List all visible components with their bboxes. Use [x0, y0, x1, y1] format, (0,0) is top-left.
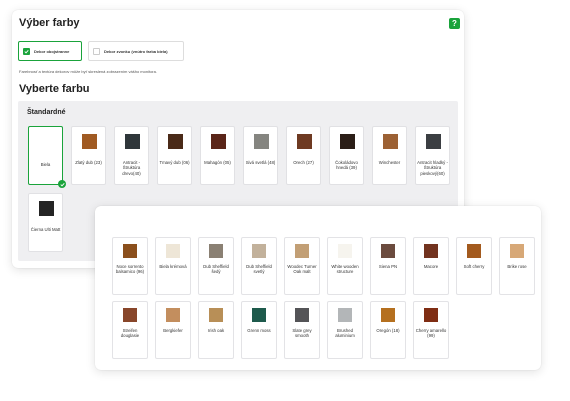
- color-swatch: [82, 134, 97, 149]
- color-swatch: [295, 244, 309, 258]
- color-swatch-tile[interactable]: Bergkiefer: [155, 301, 191, 359]
- color-label: Orech (27): [293, 160, 314, 165]
- color-label: Čokoládovo hnedá (39): [335, 160, 358, 171]
- color-label: Slate grey smooth: [292, 328, 312, 339]
- color-label: White wooden structure: [331, 264, 359, 275]
- color-swatch: [252, 308, 266, 322]
- help-icon[interactable]: ?: [449, 18, 460, 29]
- color-label: Siena PN: [378, 264, 398, 269]
- color-swatch: [209, 244, 223, 258]
- color-swatch-tile[interactable]: Macore: [413, 237, 449, 295]
- color-swatch-tile[interactable]: Antracit hladký - Štruktúra pieskový(60): [415, 126, 450, 185]
- color-label: Bergkiefer: [163, 328, 183, 333]
- color-swatch-tile[interactable]: Noce sorrento balsamico (96): [112, 237, 148, 295]
- color-swatch-tile[interactable]: Brike rose: [499, 237, 535, 295]
- color-swatch: [424, 244, 438, 258]
- color-label: Grenn moss: [247, 328, 271, 333]
- color-swatch: [510, 244, 524, 258]
- color-swatch-tile[interactable]: Biela: [28, 126, 66, 188]
- color-label: Tmavý dub (06): [159, 160, 190, 165]
- color-label: Irish oak: [207, 328, 225, 333]
- color-swatch: [295, 308, 309, 322]
- page-title: Výber farby: [19, 17, 80, 29]
- color-swatch-tile[interactable]: Brushed aluminium: [327, 301, 363, 359]
- color-swatch-tile[interactable]: White wooden structure: [327, 237, 363, 295]
- section-title: Vyberte farbu: [19, 83, 90, 95]
- color-swatch-tile[interactable]: Dub Sheffield svetlý: [241, 237, 277, 295]
- color-swatch-tile[interactable]: Cherry amarello (99): [413, 301, 449, 359]
- color-swatch-tile[interactable]: Woodec Turner Oak malt: [284, 237, 320, 295]
- monitor-disclaimer: Farebnosť a textúra dekorov môže byť skr…: [19, 69, 157, 74]
- color-swatch: [424, 308, 438, 322]
- color-swatch: [123, 244, 137, 258]
- color-label: Dub Sheffield šedý: [203, 264, 229, 275]
- color-label: Zlatý dub (23): [75, 160, 102, 165]
- color-swatch-tile[interactable]: Irish oak: [198, 301, 234, 359]
- color-swatch-tile[interactable]: Soft cherry: [456, 237, 492, 295]
- color-label: Brushed aluminium: [335, 328, 355, 339]
- color-label: Streifen douglasie: [120, 328, 140, 339]
- color-swatch-tile[interactable]: Orech (27): [286, 126, 321, 185]
- color-swatch: [467, 244, 481, 258]
- color-swatch-tile[interactable]: Winchester: [372, 126, 407, 185]
- color-label: Antracit - Štruktúra drevo(40): [122, 160, 141, 176]
- color-swatch-tile[interactable]: Čokoládovo hnedá (39): [329, 126, 364, 185]
- color-label: Oregón (18): [376, 328, 400, 333]
- color-swatch: [338, 244, 352, 258]
- color-swatch: [166, 308, 180, 322]
- color-swatch-tile[interactable]: Mahagón (05): [200, 126, 235, 185]
- color-swatch-tile[interactable]: Streifen douglasie: [112, 301, 148, 359]
- color-swatch: [39, 201, 54, 216]
- color-label: Mahagón (05): [204, 160, 231, 165]
- selected-check-icon: [58, 180, 66, 188]
- option-outside-only[interactable]: Dekor zvonku (vnútro farba biela): [88, 41, 184, 61]
- color-label: Brike rose: [507, 264, 527, 269]
- color-swatch-tile[interactable]: Sivá svetlá (48): [243, 126, 278, 185]
- color-swatch-tile[interactable]: Antracit - Štruktúra drevo(40): [114, 126, 149, 185]
- group-title: Štandardné: [27, 109, 66, 116]
- color-swatch: [123, 308, 137, 322]
- color-label: Woodec Turner Oak malt: [287, 264, 317, 275]
- color-label: Winchester: [378, 160, 401, 165]
- color-label: Soft cherry: [463, 264, 485, 269]
- color-swatch-tile[interactable]: Oregón (18): [370, 301, 406, 359]
- color-swatch: [211, 134, 226, 149]
- color-label: Sivá svetlá (48): [245, 160, 276, 165]
- color-label: Čierna Ulti Matt: [30, 227, 61, 232]
- color-swatch-tile[interactable]: Tmavý dub (06): [157, 126, 192, 185]
- color-label: Biela: [40, 162, 51, 167]
- color-swatch-tile[interactable]: Slate grey smooth: [284, 301, 320, 359]
- color-swatch: [297, 134, 312, 149]
- extended-colors-card: Noce sorrento balsamico (96) Biela krémov…: [95, 206, 541, 370]
- color-swatch-tile[interactable]: Čierna Ulti Matt: [28, 193, 63, 252]
- color-swatch-tile[interactable]: Dub Sheffield šedý: [198, 237, 234, 295]
- color-swatch: [381, 308, 395, 322]
- checkbox-empty-icon: [93, 47, 100, 55]
- color-label: Noce sorrento balsamico (96): [115, 264, 145, 275]
- color-swatch-tile[interactable]: Zlatý dub (23): [71, 126, 106, 185]
- color-swatch: [340, 134, 355, 149]
- option-label: Dekor obojstranne: [34, 48, 70, 54]
- option-label: Dekor zvonku (vnútro farba biela): [104, 48, 168, 54]
- color-swatch-tile[interactable]: Grenn moss: [241, 301, 277, 359]
- color-swatch-tile[interactable]: Siena PN: [370, 237, 406, 295]
- checkbox-checked-icon: [23, 47, 30, 55]
- color-label: Dub Sheffield svetlý: [246, 264, 272, 275]
- color-swatch: [381, 244, 395, 258]
- option-both-sides[interactable]: Dekor obojstranne: [18, 41, 82, 61]
- color-swatch: [209, 308, 223, 322]
- color-swatch: [426, 134, 441, 149]
- color-label: Antracit hladký - Štruktúra pieskový(60): [417, 160, 448, 176]
- color-swatch: [166, 244, 180, 258]
- color-swatch: [383, 134, 398, 149]
- color-swatch: [254, 134, 269, 149]
- color-label: Cherry amarello (99): [415, 328, 447, 339]
- color-label: Macore: [423, 264, 439, 269]
- color-swatch: [252, 244, 266, 258]
- color-swatch: [338, 308, 352, 322]
- color-swatch: [168, 134, 183, 149]
- color-label: Biela krémová: [159, 264, 187, 269]
- color-swatch: [125, 134, 140, 149]
- color-swatch-tile[interactable]: Biela krémová: [155, 237, 191, 295]
